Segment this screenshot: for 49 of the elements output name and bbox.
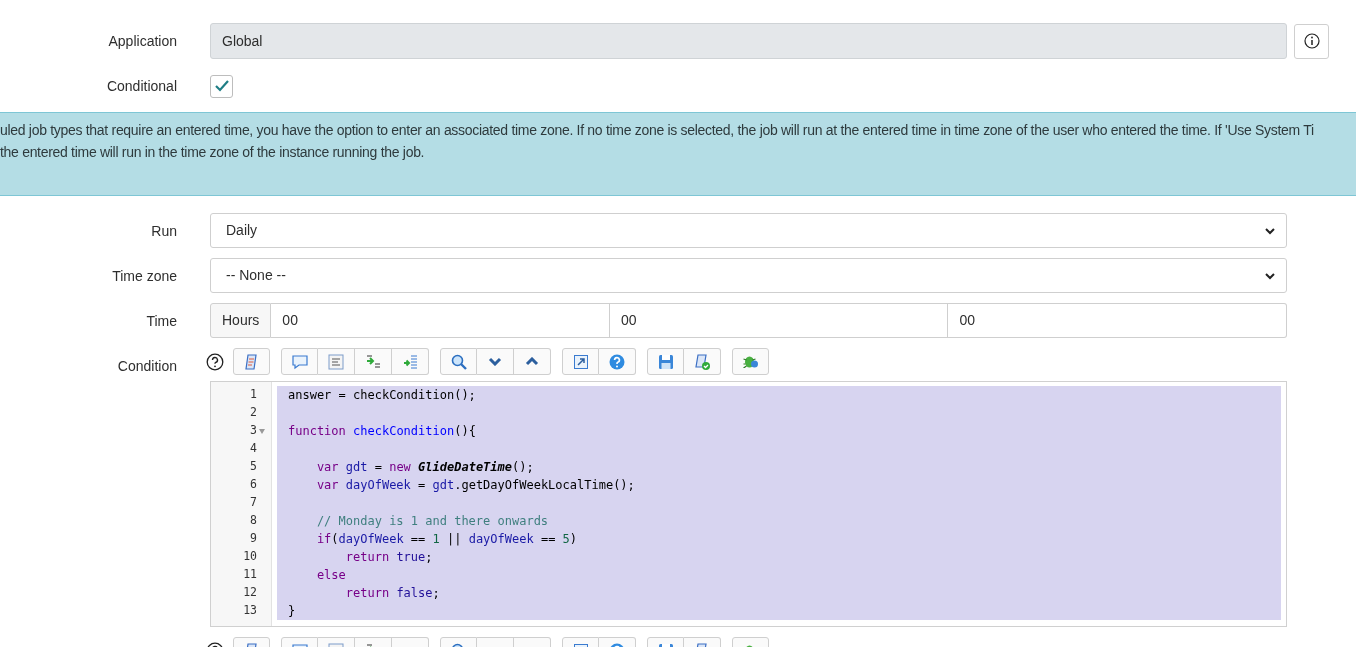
- replace-all-icon: [402, 354, 418, 369]
- line-number: 11: [243, 566, 257, 584]
- info-button[interactable]: [1294, 23, 1329, 59]
- toolbar-button[interactable]: [440, 348, 477, 375]
- line-number: 3: [250, 422, 257, 440]
- field-label: Time zone: [112, 267, 177, 284]
- field-label: Run: [151, 222, 177, 239]
- line-number: 12: [243, 584, 257, 602]
- line-number: 2: [250, 404, 257, 422]
- line-number: 7: [250, 494, 257, 512]
- toolbar-button[interactable]: [599, 348, 636, 375]
- toolbar-button[interactable]: [233, 348, 270, 375]
- checkmark-icon: [213, 79, 230, 93]
- toolbar-button[interactable]: [684, 348, 721, 375]
- toolbar-button[interactable]: [355, 348, 392, 375]
- field-label: Condition: [117, 358, 177, 374]
- line-number: 4: [250, 440, 257, 458]
- chevron-down-icon: [488, 357, 502, 366]
- fold-arrow-icon[interactable]: [258, 428, 265, 434]
- replace-text-icon: [365, 355, 381, 368]
- line-number: 13: [243, 602, 257, 620]
- chevron-up-icon: [525, 357, 539, 366]
- line-number: 8: [250, 512, 257, 530]
- bug-icon: [742, 355, 759, 368]
- banner-text: uled job types that require an entered time, you have the option to enter an associated time zone. If no time zone is selected, the job will run at the entered time in time zone of the user who entered the time. If 'Use System Ti: [0, 122, 1314, 138]
- select-field[interactable]: Daily: [210, 213, 1287, 248]
- banner-text: the entered time will run in the time zone of the instance running the job.: [0, 144, 425, 160]
- field-label: Conditional: [106, 78, 177, 94]
- hours-addon: Hours: [210, 303, 272, 338]
- info-icon: [1303, 33, 1320, 49]
- toolbar-button[interactable]: [732, 348, 769, 375]
- toolbar-button[interactable]: [562, 348, 599, 375]
- checkbox[interactable]: [210, 74, 233, 98]
- application-value: Global: [222, 31, 263, 51]
- time-input[interactable]: 00: [609, 303, 949, 338]
- line-number: 5: [250, 458, 257, 476]
- toolbar-button[interactable]: [647, 348, 684, 375]
- line-number: 1: [250, 386, 257, 404]
- line-number: 6: [250, 476, 257, 494]
- toolbar-button[interactable]: [477, 348, 514, 375]
- select-field[interactable]: -- None --: [210, 258, 1287, 293]
- toolbar-button[interactable]: [514, 348, 551, 375]
- code-editor[interactable]: [210, 381, 1287, 627]
- line-number: 10: [243, 548, 257, 566]
- line-number: 9: [250, 530, 257, 548]
- field-label: Application: [108, 33, 177, 49]
- field-label: Time: [146, 312, 177, 329]
- time-input[interactable]: 00: [948, 303, 1287, 338]
- time-input[interactable]: 00: [271, 303, 610, 338]
